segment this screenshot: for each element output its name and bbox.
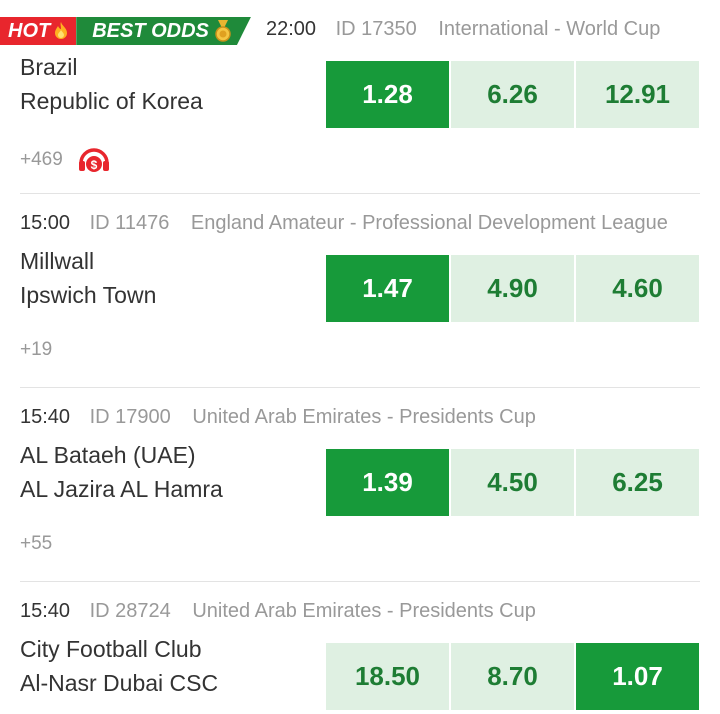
odd-away-button[interactable]: 6.25 <box>576 449 699 516</box>
best-odds-badge: BEST ODDS <box>76 17 251 45</box>
home-team: Millwall <box>20 248 95 274</box>
home-team: City Football Club <box>20 636 202 662</box>
match-id: ID 11476 <box>89 212 170 234</box>
hot-badge: HOT <box>0 17 77 45</box>
match-card: 15:40 ID 28724 United Arab Emirates - Pr… <box>0 582 720 714</box>
teams[interactable]: AL Bataeh (UAE) AL Jazira AL Hamra <box>20 438 223 506</box>
match-meta: 15:40 ID 17900 United Arab Emirates - Pr… <box>20 406 536 429</box>
fire-icon <box>55 22 68 39</box>
odd-home-button[interactable]: 1.39 <box>326 449 449 516</box>
odd-home-button[interactable]: 1.47 <box>326 255 449 322</box>
promo-badges: HOT BEST ODDS <box>0 17 251 45</box>
hot-badge-label: HOT <box>8 19 51 42</box>
teams[interactable]: Brazil Republic of Korea <box>20 50 203 118</box>
away-team: Al-Nasr Dubai CSC <box>20 670 219 696</box>
more-markets-link[interactable]: +55 <box>20 533 52 555</box>
more-row: +55 <box>20 533 52 555</box>
odds-row: 18.50 8.70 1.07 <box>326 643 699 710</box>
league-name[interactable]: United Arab Emirates - Presidents Cup <box>192 406 536 428</box>
league-name[interactable]: United Arab Emirates - Presidents Cup <box>192 600 536 622</box>
league-name[interactable]: International - World Cup <box>438 18 660 40</box>
more-markets-link[interactable]: +19 <box>20 339 52 361</box>
odds-row: 1.39 4.50 6.25 <box>326 449 699 516</box>
league-name[interactable]: England Amateur - Professional Developme… <box>191 212 668 234</box>
teams[interactable]: City Football Club Al-Nasr Dubai CSC <box>20 632 218 700</box>
away-team: Republic of Korea <box>20 88 203 114</box>
match-id: ID 17350 <box>335 18 417 40</box>
match-time: 15:40 <box>20 600 71 622</box>
teams[interactable]: Millwall Ipswich Town <box>20 244 156 312</box>
more-markets-link[interactable]: +469 <box>20 149 63 171</box>
home-team: AL Bataeh (UAE) <box>20 442 196 468</box>
match-card: 15:00 ID 11476 England Amateur - Profess… <box>0 194 720 388</box>
match-id: ID 28724 <box>89 600 171 622</box>
medal-icon <box>215 20 231 42</box>
odds-row: 1.28 6.26 12.91 <box>326 61 699 128</box>
match-card: 15:40 ID 17900 United Arab Emirates - Pr… <box>0 388 720 582</box>
odd-draw-button[interactable]: 8.70 <box>451 643 574 710</box>
odd-away-button[interactable]: 12.91 <box>576 61 699 128</box>
more-row: +469 $ <box>20 145 111 175</box>
odd-away-button[interactable]: 1.07 <box>576 643 699 710</box>
odd-away-button[interactable]: 4.60 <box>576 255 699 322</box>
away-team: Ipswich Town <box>20 282 157 308</box>
more-row: +19 <box>20 339 52 361</box>
odd-draw-button[interactable]: 4.90 <box>451 255 574 322</box>
match-meta: 15:00 ID 11476 England Amateur - Profess… <box>20 212 668 235</box>
odds-row: 1.47 4.90 4.60 <box>326 255 699 322</box>
best-odds-label: BEST ODDS <box>92 19 209 42</box>
match-time: 15:00 <box>20 212 71 234</box>
match-meta: 22:00 ID 17350 International - World Cup <box>266 18 660 41</box>
home-team: Brazil <box>20 54 78 80</box>
svg-text:$: $ <box>90 158 97 172</box>
match-time: 15:40 <box>20 406 71 428</box>
odd-draw-button[interactable]: 6.26 <box>451 61 574 128</box>
odd-draw-button[interactable]: 4.50 <box>451 449 574 516</box>
match-id: ID 17900 <box>89 406 171 428</box>
away-team: AL Jazira AL Hamra <box>20 476 223 502</box>
odd-home-button[interactable]: 18.50 <box>326 643 449 710</box>
match-card: HOT BEST ODDS 22:00 ID 17350 Internation… <box>0 0 720 194</box>
match-meta: 15:40 ID 28724 United Arab Emirates - Pr… <box>20 600 536 623</box>
odd-home-button[interactable]: 1.28 <box>326 61 449 128</box>
match-time: 22:00 <box>266 18 317 40</box>
headset-coin-icon[interactable]: $ <box>77 145 111 175</box>
